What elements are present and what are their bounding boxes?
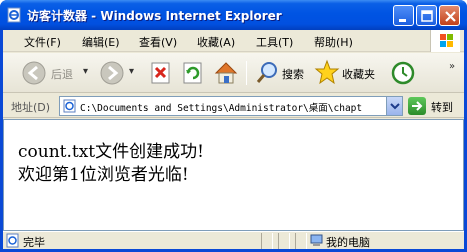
window-title: 访客计数器 - Windows Internet Explorer: [27, 9, 282, 23]
close-button[interactable]: [439, 5, 460, 26]
window-client: 文件(F) 编辑(E) 查看(V) 收藏(A) 工具(T) 帮助(H) 后退 ▾…: [3, 30, 464, 249]
windows-logo: [430, 30, 460, 52]
security-zone-label: 我的电脑: [326, 236, 370, 249]
address-input[interactable]: C:\Documents and Settings\Administrator\…: [59, 96, 403, 116]
address-bar: 地址(D) C:\Documents and Settings\Administ…: [3, 94, 464, 118]
go-button[interactable]: [408, 97, 426, 115]
page-icon: [63, 99, 76, 113]
toolbar-overflow-chevron-icon[interactable]: »: [449, 61, 455, 72]
maximize-button[interactable]: [416, 5, 437, 26]
go-arrow-icon: [412, 101, 423, 111]
home-icon[interactable]: [213, 58, 239, 88]
stop-icon[interactable]: [149, 58, 173, 88]
back-button-label[interactable]: 后退: [51, 66, 73, 82]
back-dropdown-chevron-icon[interactable]: ▾: [83, 66, 88, 77]
maximize-icon: [421, 10, 433, 22]
favorites-button-label[interactable]: 收藏夹: [342, 66, 375, 82]
search-button-label[interactable]: 搜索: [282, 66, 304, 82]
menu-edit[interactable]: 编辑(E): [82, 34, 120, 50]
toolbar-separator: [246, 61, 247, 85]
done-page-icon: [6, 233, 19, 248]
menu-tools[interactable]: 工具(T): [256, 34, 293, 50]
close-icon: [445, 11, 456, 22]
status-pane: [278, 233, 290, 249]
favorites-star-icon[interactable]: [314, 58, 340, 88]
status-text: 完毕: [23, 236, 45, 249]
ie-page-icon: [7, 7, 21, 23]
status-pane: [295, 233, 307, 249]
my-computer-icon: [310, 234, 323, 246]
go-button-label[interactable]: 转到: [431, 99, 453, 115]
minimize-icon: [399, 19, 406, 22]
title-bar[interactable]: 访客计数器 - Windows Internet Explorer: [0, 0, 467, 30]
windows-flag-icon: [440, 34, 453, 47]
status-pane: [261, 233, 273, 249]
ie-window: 访客计数器 - Windows Internet Explorer 文件(F) …: [0, 0, 467, 252]
standard-toolbar: 后退 ▾ ▾ 搜索 收藏夹 »: [3, 53, 464, 93]
chevron-down-icon: [390, 103, 400, 110]
message-line-1: count.txt文件创建成功!: [18, 142, 204, 162]
page-content: count.txt文件创建成功! 欢迎第1位浏览者光临!: [3, 119, 464, 231]
status-bar: 完毕 我的电脑: [3, 231, 464, 249]
message-line-2: 欢迎第1位浏览者光临!: [18, 165, 189, 185]
forward-arrow-icon[interactable]: [99, 58, 125, 88]
address-label: 地址(D): [11, 101, 51, 114]
forward-dropdown-chevron-icon[interactable]: ▾: [129, 66, 134, 77]
address-value: C:\Documents and Settings\Administrator\…: [80, 103, 363, 114]
history-icon[interactable]: [390, 58, 416, 88]
minimize-button[interactable]: [393, 5, 414, 26]
menu-bar: 文件(F) 编辑(E) 查看(V) 收藏(A) 工具(T) 帮助(H): [3, 30, 464, 52]
search-icon[interactable]: [255, 58, 281, 88]
menu-file[interactable]: 文件(F): [24, 34, 61, 50]
refresh-icon[interactable]: [181, 58, 205, 88]
back-arrow-icon[interactable]: [21, 58, 47, 88]
menu-favorites[interactable]: 收藏(A): [197, 34, 235, 50]
menu-view[interactable]: 查看(V): [139, 34, 177, 50]
menu-help[interactable]: 帮助(H): [314, 34, 353, 50]
address-dropdown-button[interactable]: [386, 97, 402, 115]
